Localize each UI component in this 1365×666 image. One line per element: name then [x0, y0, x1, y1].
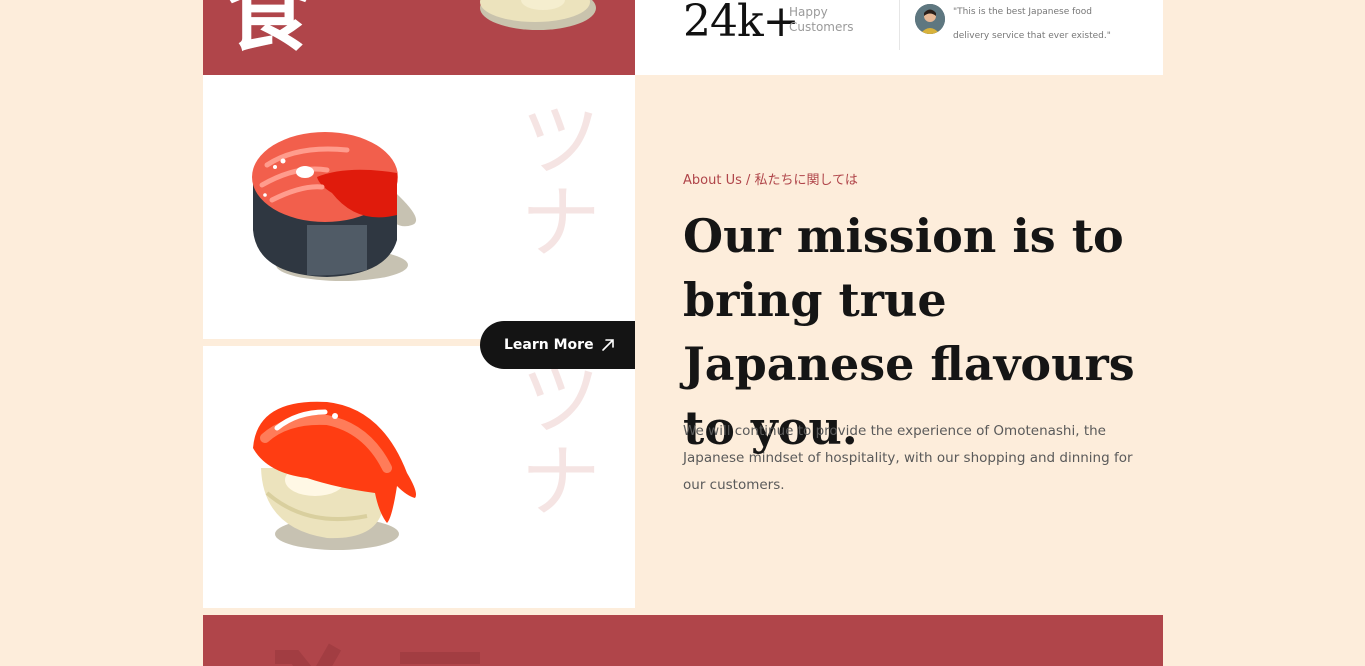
section-eyebrow: About Us / 私たちに関しては	[683, 173, 858, 188]
mission-description: We will continue to provide the experien…	[683, 423, 1133, 493]
learn-more-label: Learn More	[504, 337, 594, 353]
decorative-glyph-shapes	[275, 643, 480, 666]
page-wrapper: 食 24k+ Happy Customers "This is the best…	[203, 0, 1163, 666]
divider	[899, 0, 900, 50]
stats-bar: 24k+ Happy Customers "This is the best J…	[635, 0, 1163, 75]
avatar-icon	[915, 4, 945, 34]
learn-more-button[interactable]: Learn More	[480, 321, 635, 369]
next-section-banner	[203, 615, 1163, 666]
sushi-partial-illustration	[480, 0, 596, 30]
image-panel-ebi: ツナ	[203, 346, 635, 608]
salmon-illustration	[252, 132, 417, 281]
katakana-decoration: ツナ	[505, 356, 600, 520]
hero-kanji: 食	[225, 0, 311, 63]
image-panel-salmon: ツナ	[203, 75, 635, 339]
ebi-nigiri-illustration	[253, 401, 416, 550]
katakana-decoration: ツナ	[505, 97, 600, 261]
avatar	[915, 4, 945, 34]
testimonial-quote: "This is the best Japanese food delivery…	[953, 7, 1111, 41]
hero-banner-strip: 食	[203, 0, 635, 75]
arrow-up-right-icon	[602, 339, 614, 351]
customer-count: 24k+	[683, 0, 800, 47]
customer-count-label: Happy Customers	[789, 5, 854, 34]
